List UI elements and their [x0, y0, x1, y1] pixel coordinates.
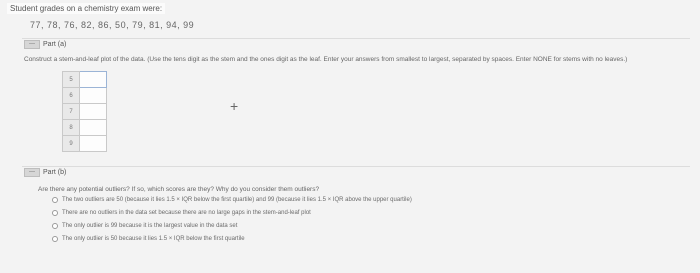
section-divider: [22, 166, 690, 167]
option-label: There are no outliers in the data set be…: [62, 210, 311, 216]
option-label: The only outlier is 99 because it is the…: [62, 223, 238, 229]
stem-cell: 8: [62, 119, 80, 136]
leaf-input[interactable]: [79, 119, 107, 136]
score-list: 77, 78, 76, 82, 86, 50, 79, 81, 94, 99: [30, 20, 195, 30]
stem-leaf-table: 5 6 7 8 9: [62, 71, 107, 152]
leaf-input[interactable]: [79, 71, 107, 88]
answer-option[interactable]: The only outlier is 99 because it is the…: [52, 223, 237, 229]
stem-cell: 5: [62, 71, 80, 88]
answer-option[interactable]: The only outlier is 50 because it lies 1…: [52, 236, 245, 242]
stem-cell: 9: [62, 135, 80, 152]
radio-button[interactable]: [52, 210, 58, 216]
leaf-input[interactable]: [79, 135, 107, 152]
option-label: The two outliers are 50 (because it lies…: [62, 197, 412, 203]
part-a-instruction: Construct a stem-and-leaf plot of the da…: [24, 56, 628, 63]
stem-cell: 6: [62, 87, 80, 104]
part-b-label: Part (b): [43, 169, 67, 176]
leaf-input[interactable]: [79, 87, 107, 104]
option-label: The only outlier is 50 because it lies 1…: [62, 236, 245, 242]
answer-option[interactable]: The two outliers are 50 (because it lies…: [52, 197, 412, 203]
collapse-toggle-icon[interactable]: —: [24, 168, 40, 177]
stem-row: 8: [62, 119, 107, 136]
part-a-label: Part (a): [43, 41, 67, 48]
stem-cell: 7: [62, 103, 80, 120]
part-a-header[interactable]: — Part (a): [24, 40, 66, 49]
collapse-toggle-icon[interactable]: —: [24, 40, 40, 49]
leaf-input[interactable]: [79, 103, 107, 120]
stem-row: 9: [62, 135, 107, 152]
stem-row: 5: [62, 71, 107, 88]
radio-button[interactable]: [52, 197, 58, 203]
stem-row: 6: [62, 87, 107, 104]
add-cursor-icon: +: [230, 98, 239, 114]
answer-option[interactable]: There are no outliers in the data set be…: [52, 210, 311, 216]
part-b-question: Are there any potential outliers? If so,…: [38, 186, 320, 193]
radio-button[interactable]: [52, 223, 58, 229]
stem-row: 7: [62, 103, 107, 120]
part-b-header[interactable]: — Part (b): [24, 168, 66, 177]
problem-intro: Student grades on a chemistry exam were:: [7, 3, 166, 14]
radio-button[interactable]: [52, 236, 58, 242]
section-divider: [22, 38, 690, 39]
